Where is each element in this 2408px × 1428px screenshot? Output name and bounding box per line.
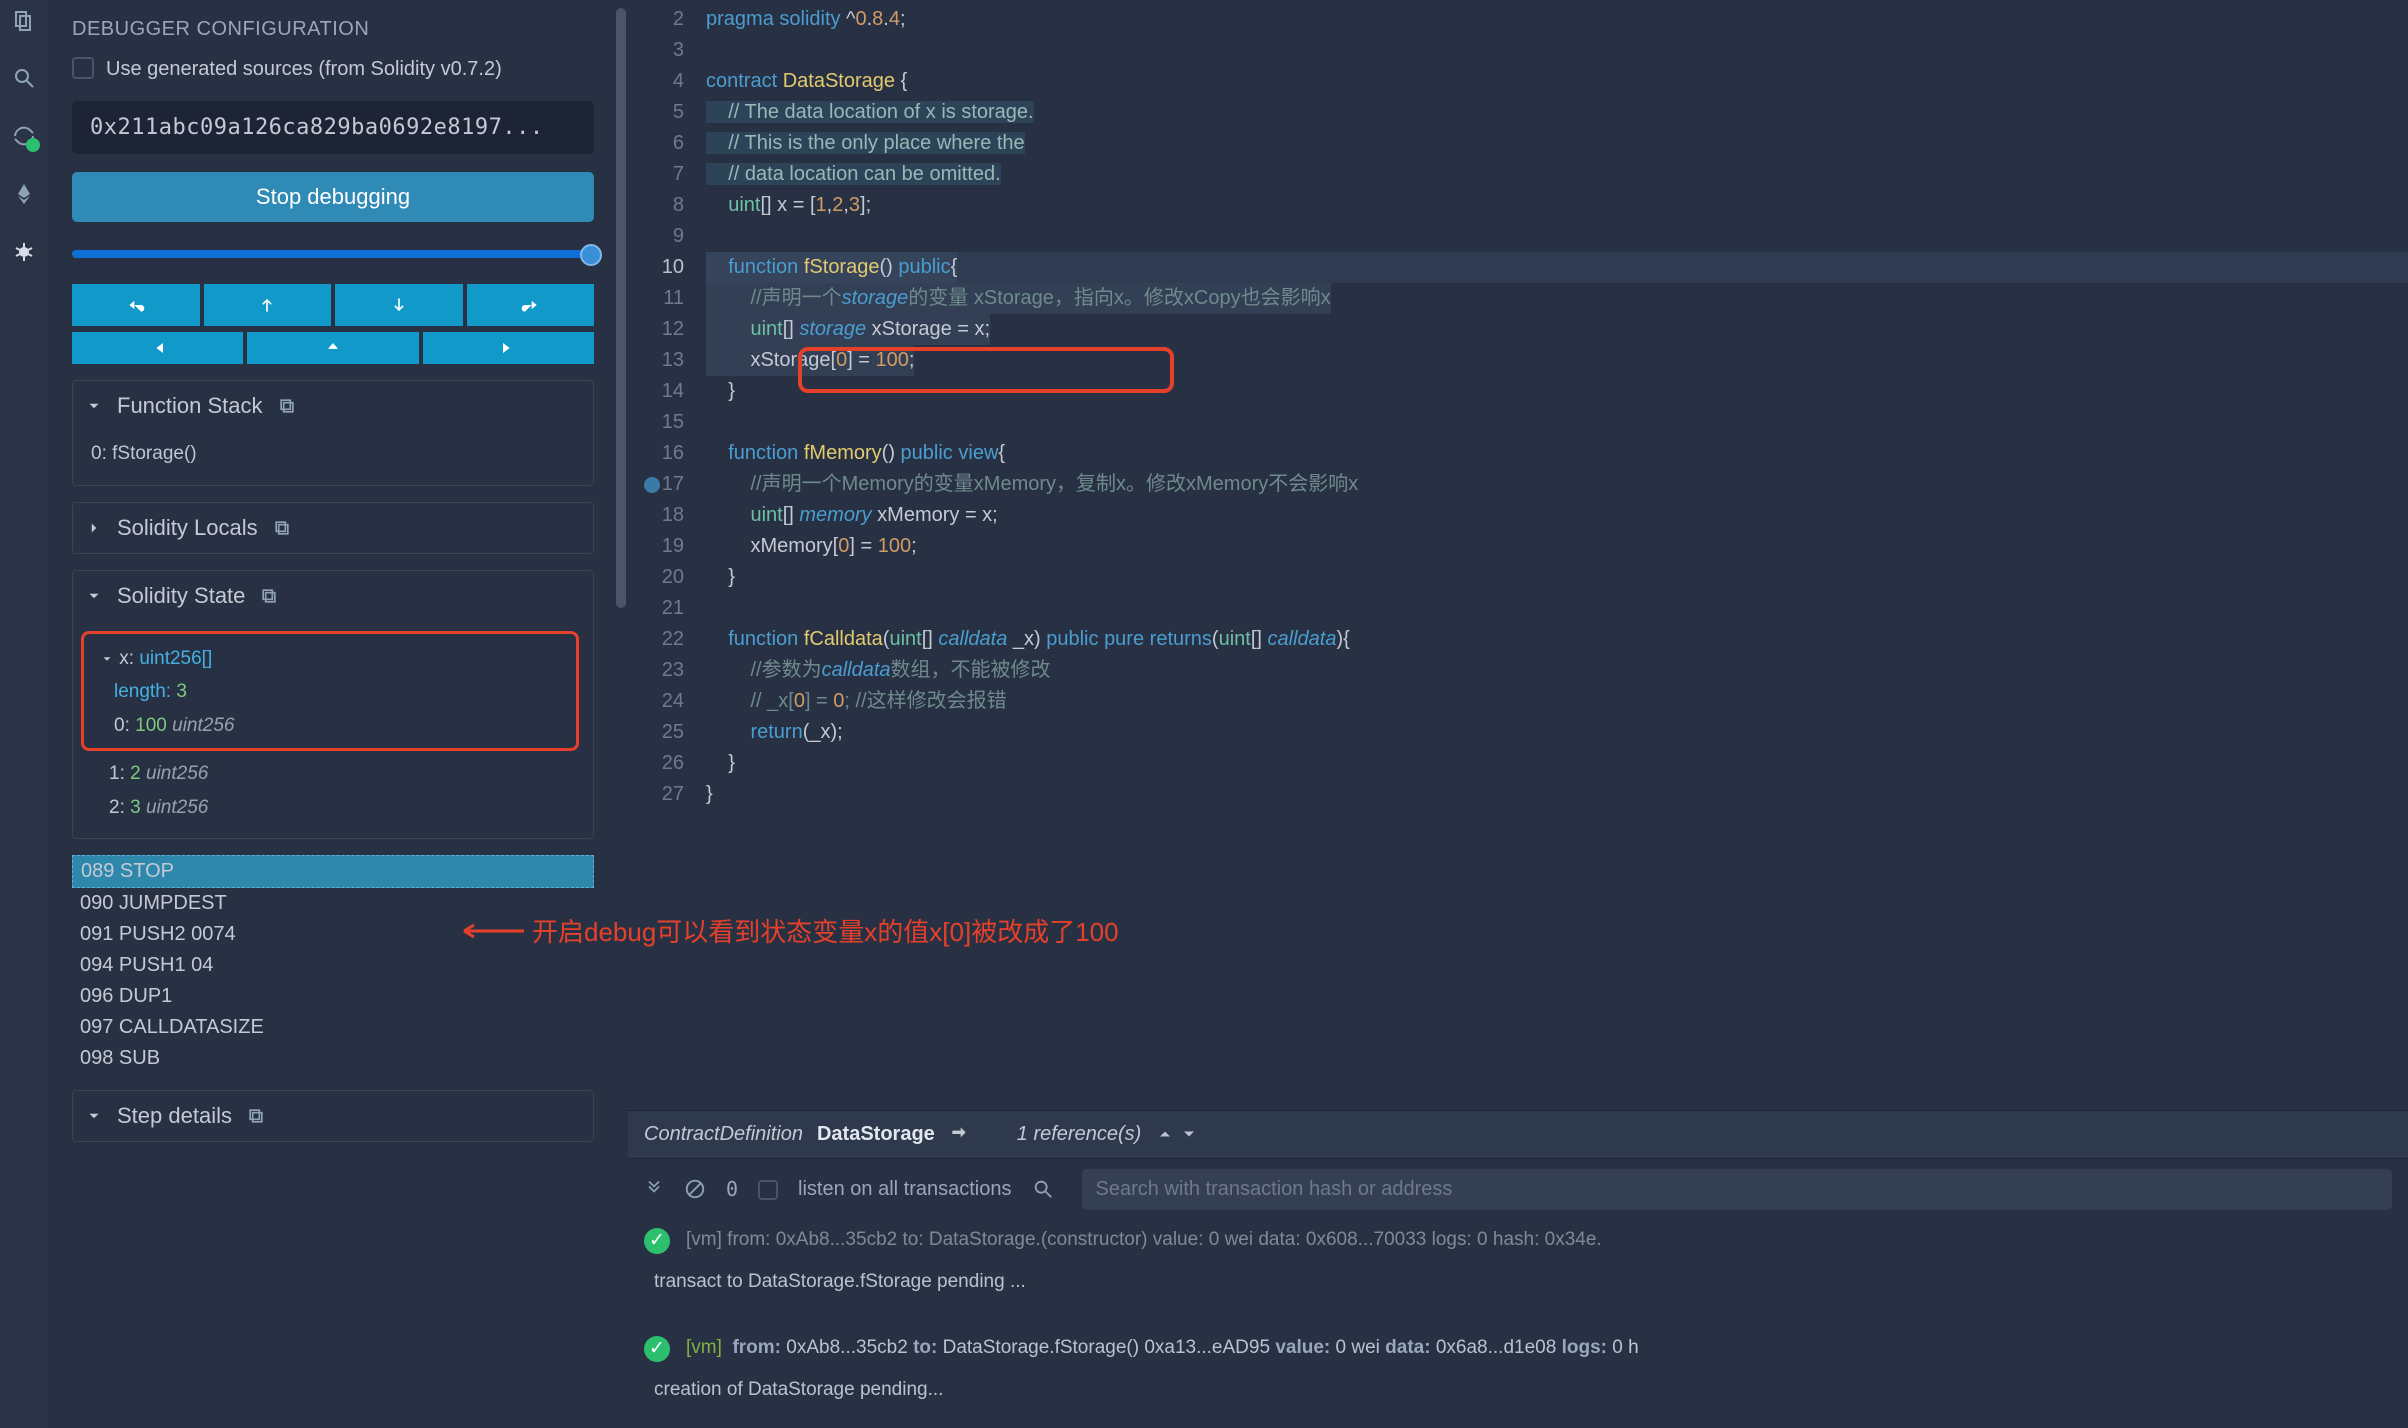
peek-def: ContractDefinition	[644, 1123, 803, 1146]
gen-sources-row[interactable]: Use generated sources (from Solidity v0.…	[72, 55, 594, 83]
copy-icon[interactable]	[277, 396, 297, 416]
code-editor[interactable]: 2345678910111213141516171819202122232425…	[628, 0, 2408, 1110]
chevron-right-icon	[85, 519, 103, 537]
chevron-up-icon[interactable]	[1155, 1124, 1175, 1144]
solidity-locals-panel: Solidity Locals	[72, 502, 594, 554]
eject-button[interactable]	[247, 332, 418, 364]
console-line: [vm] from: 0xAb8...35cb2 to: DataStorage…	[686, 1330, 1639, 1366]
files-icon[interactable]	[12, 8, 36, 32]
peek-name: DataStorage	[817, 1123, 935, 1146]
jump-prev-button[interactable]	[72, 332, 243, 364]
solidity-state-header[interactable]: Solidity State	[73, 571, 593, 621]
chevron-down-icon[interactable]	[1179, 1124, 1199, 1144]
chevron-down-icon	[100, 652, 114, 666]
check-icon: ✓	[644, 1336, 670, 1362]
debugger-title: DEBUGGER CONFIGURATION	[72, 18, 594, 41]
compile-icon[interactable]	[12, 124, 36, 148]
console-search-input[interactable]: Search with transaction hash or address	[1082, 1169, 2393, 1210]
panel-title: Function Stack	[117, 393, 263, 419]
solidity-state-panel: Solidity State x: uint256[] length: 3 0:…	[72, 570, 594, 839]
step-details-header[interactable]: Step details	[73, 1091, 593, 1141]
state-array-row: 1: 2 uint256	[81, 757, 579, 790]
function-stack-header[interactable]: Function Stack	[73, 381, 593, 431]
debugger-sidebar: DEBUGGER CONFIGURATION Use generated sou…	[48, 0, 628, 1428]
stop-debugging-button[interactable]: Stop debugging	[72, 172, 594, 222]
line-gutter: 2345678910111213141516171819202122232425…	[628, 0, 698, 810]
peek-bar: ContractDefinition DataStorage 1 referen…	[628, 1110, 2408, 1158]
left-margin-dot[interactable]	[644, 477, 660, 493]
console-line: transact to DataStorage.fStorage pending…	[654, 1264, 2408, 1300]
listen-label: listen on all transactions	[798, 1178, 1011, 1201]
function-stack-panel: Function Stack 0: fStorage()	[72, 380, 594, 486]
step-back-button[interactable]	[72, 284, 200, 326]
chevron-down-icon	[85, 587, 103, 605]
console-search-icon[interactable]	[1032, 1178, 1054, 1200]
step-buttons-1	[72, 284, 594, 326]
copy-icon[interactable]	[272, 518, 292, 538]
step-slider[interactable]	[72, 250, 594, 262]
state-array-row: 2: 3 uint256	[81, 791, 579, 824]
collapse-icon[interactable]	[644, 1179, 664, 1199]
status-dot-icon	[26, 138, 40, 152]
deploy-icon[interactable]	[12, 182, 36, 206]
stack-item[interactable]: 0: fStorage()	[87, 437, 579, 471]
jump-next-button[interactable]	[423, 332, 594, 364]
panel-title: Step details	[117, 1103, 232, 1129]
editor-column: 2345678910111213141516171819202122232425…	[628, 0, 2408, 1428]
arrow-icon	[454, 919, 526, 943]
peek-refs[interactable]: 1 reference(s)	[1017, 1123, 1142, 1146]
icon-rail	[0, 0, 48, 1428]
panel-title: Solidity State	[117, 583, 245, 609]
opcode-row[interactable]: 096 DUP1	[72, 981, 594, 1012]
opcode-row[interactable]: 098 SUB	[72, 1043, 594, 1074]
debug-icon[interactable]	[12, 240, 36, 264]
opcode-row[interactable]: 097 CALLDATASIZE	[72, 1012, 594, 1043]
listen-checkbox[interactable]	[758, 1180, 778, 1200]
gen-sources-checkbox[interactable]	[72, 57, 94, 79]
check-icon: ✓	[644, 1228, 670, 1254]
state-highlight-box: x: uint256[] length: 3 0: 100 uint256	[81, 631, 579, 751]
step-over-button[interactable]	[467, 284, 595, 326]
solidity-locals-header[interactable]: Solidity Locals	[73, 503, 593, 553]
tx-hash-input[interactable]: 0x211abc09a126ca829ba0692e8197...	[72, 101, 594, 154]
state-var-row[interactable]: x: uint256[]	[94, 642, 566, 675]
panel-title: Solidity Locals	[117, 515, 258, 541]
step-buttons-2	[72, 332, 594, 364]
step-into-button[interactable]	[335, 284, 463, 326]
code-body[interactable]: pragma solidity ^0.8.4;contract DataStor…	[706, 0, 2408, 810]
gen-sources-label: Use generated sources (from Solidity v0.…	[106, 55, 502, 83]
clear-icon[interactable]	[684, 1178, 706, 1200]
copy-icon[interactable]	[259, 586, 279, 606]
console-line: creation of DataStorage pending...	[654, 1372, 2408, 1408]
scrollbar-thumb[interactable]	[616, 8, 626, 608]
state-length-row: length: 3	[94, 675, 566, 708]
console-output[interactable]: ✓ [vm] from: 0xAb8...35cb2 to: DataStora…	[628, 1220, 2408, 1428]
chevron-down-icon	[85, 397, 103, 415]
chevron-down-icon	[85, 1107, 103, 1125]
copy-icon[interactable]	[246, 1106, 266, 1126]
console-line: [vm] from: 0xAb8...35cb2 to: DataStorage…	[686, 1222, 1602, 1258]
share-icon[interactable]	[949, 1124, 969, 1144]
opcode-row[interactable]: 094 PUSH1 04	[72, 950, 594, 981]
state-array-row: 0: 100 uint256	[94, 709, 566, 742]
search-icon[interactable]	[12, 66, 36, 90]
step-details-panel: Step details	[72, 1090, 594, 1142]
step-out-button[interactable]	[204, 284, 332, 326]
opcodes-panel: 089 STOP 090 JUMPDEST 091 PUSH2 0074 094…	[72, 855, 594, 1074]
console-toolbar: 0 listen on all transactions Search with…	[628, 1158, 2408, 1220]
opcode-row[interactable]: 089 STOP	[72, 855, 594, 888]
pending-count: 0	[726, 1177, 738, 1201]
slider-thumb[interactable]	[580, 244, 602, 266]
